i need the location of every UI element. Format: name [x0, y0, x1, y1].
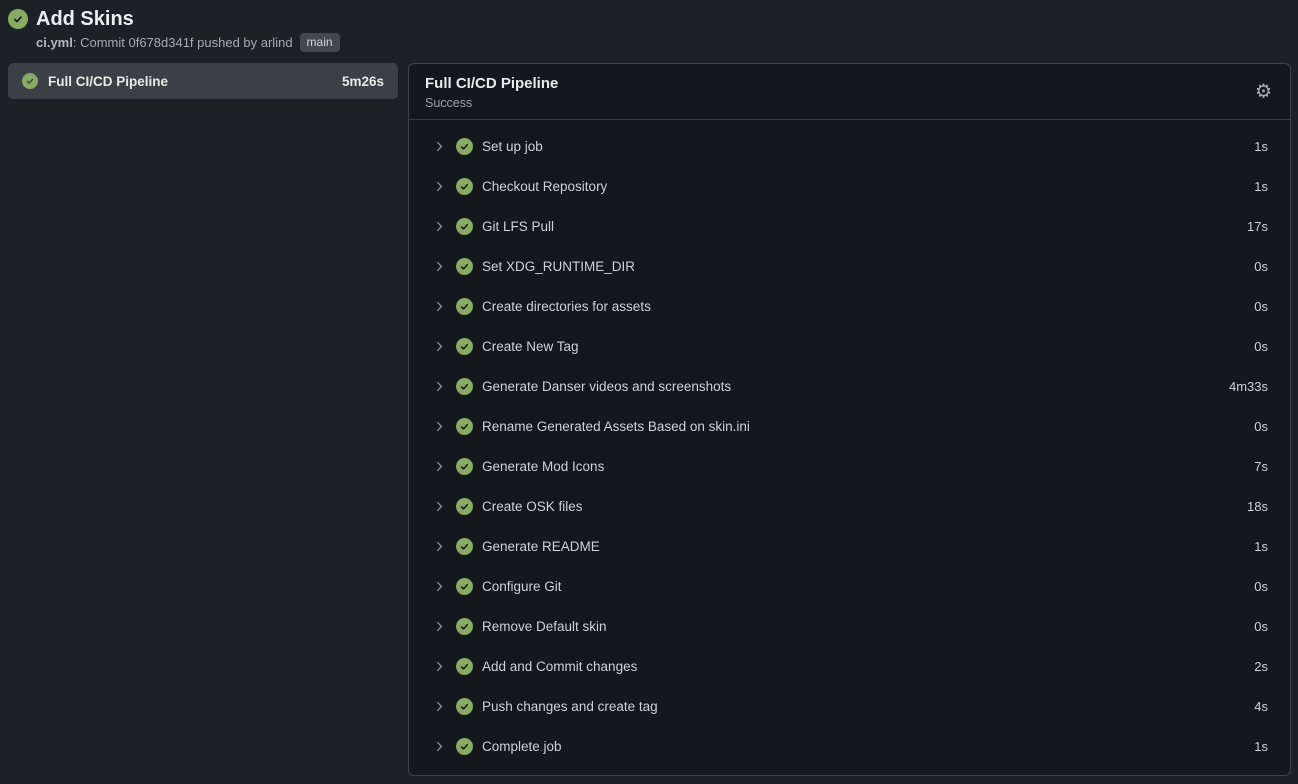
step-success-icon [456, 218, 473, 235]
branch-badge[interactable]: main [300, 33, 340, 52]
step-name: Generate Mod Icons [482, 459, 604, 474]
chevron-right-icon[interactable] [433, 460, 446, 473]
step-duration: 18s [1247, 499, 1268, 514]
step-row[interactable]: Add and Commit changes 2s [409, 646, 1290, 686]
job-name: Full CI/CD Pipeline [48, 74, 168, 89]
chevron-right-icon[interactable] [433, 580, 446, 593]
panel-job-status: Success [425, 96, 1274, 110]
run-header: Add Skins ci.yml: Commit 0f678d341f push… [0, 0, 1298, 52]
step-row[interactable]: Create New Tag 0s [409, 326, 1290, 366]
step-success-icon [456, 418, 473, 435]
chevron-right-icon[interactable] [433, 740, 446, 753]
chevron-right-icon[interactable] [433, 180, 446, 193]
chevron-right-icon[interactable] [433, 380, 446, 393]
step-name: Create OSK files [482, 499, 583, 514]
step-success-icon [456, 738, 473, 755]
step-success-icon [456, 658, 473, 675]
workflow-file-label: ci.yml [36, 35, 73, 50]
step-success-icon [456, 258, 473, 275]
step-success-icon [456, 378, 473, 395]
step-success-icon [456, 618, 473, 635]
steps-list: Set up job 1s Checkout Repository 1s G [409, 120, 1290, 772]
step-row[interactable]: Git LFS Pull 17s [409, 206, 1290, 246]
step-success-icon [456, 538, 473, 555]
step-row[interactable]: Configure Git 0s [409, 566, 1290, 606]
step-duration: 0s [1254, 339, 1268, 354]
step-duration: 1s [1254, 539, 1268, 554]
chevron-right-icon[interactable] [433, 260, 446, 273]
step-duration: 4s [1254, 699, 1268, 714]
job-duration: 5m26s [342, 74, 384, 89]
step-name: Push changes and create tag [482, 699, 658, 714]
step-name: Set up job [482, 139, 543, 154]
step-row[interactable]: Push changes and create tag 4s [409, 686, 1290, 726]
step-duration: 1s [1254, 739, 1268, 754]
step-success-icon [456, 458, 473, 475]
step-duration: 0s [1254, 419, 1268, 434]
step-row[interactable]: Generate README 1s [409, 526, 1290, 566]
step-name: Create New Tag [482, 339, 579, 354]
content-area: Full CI/CD Pipeline 5m26s Full CI/CD Pip… [0, 52, 1298, 776]
step-name: Create directories for assets [482, 299, 651, 314]
step-name: Generate README [482, 539, 600, 554]
step-success-icon [456, 698, 473, 715]
step-duration: 7s [1254, 459, 1268, 474]
chevron-right-icon[interactable] [433, 300, 446, 313]
step-duration: 0s [1254, 619, 1268, 634]
step-name: Checkout Repository [482, 179, 607, 194]
step-duration: 0s [1254, 299, 1268, 314]
step-row[interactable]: Set XDG_RUNTIME_DIR 0s [409, 246, 1290, 286]
step-duration: 0s [1254, 259, 1268, 274]
chevron-right-icon[interactable] [433, 540, 446, 553]
step-row[interactable]: Rename Generated Assets Based on skin.in… [409, 406, 1290, 446]
step-success-icon [456, 138, 473, 155]
step-success-icon [456, 338, 473, 355]
step-duration: 0s [1254, 579, 1268, 594]
job-panel-header: Full CI/CD Pipeline Success ⚙ [409, 64, 1290, 120]
step-success-icon [456, 498, 473, 515]
step-success-icon [456, 578, 473, 595]
commit-message: : Commit 0f678d341f pushed by arlind [73, 35, 293, 50]
step-row[interactable]: Generate Danser videos and screenshots 4… [409, 366, 1290, 406]
job-panel: Full CI/CD Pipeline Success ⚙ Set up job… [408, 63, 1291, 776]
step-duration: 1s [1254, 179, 1268, 194]
chevron-right-icon[interactable] [433, 660, 446, 673]
gear-icon[interactable]: ⚙ [1255, 82, 1272, 101]
step-name: Remove Default skin [482, 619, 607, 634]
chevron-right-icon[interactable] [433, 140, 446, 153]
chevron-right-icon[interactable] [433, 340, 446, 353]
chevron-right-icon[interactable] [433, 500, 446, 513]
jobs-sidebar: Full CI/CD Pipeline 5m26s [8, 63, 398, 99]
step-row[interactable]: Remove Default skin 0s [409, 606, 1290, 646]
step-name: Configure Git [482, 579, 562, 594]
run-success-icon [8, 9, 28, 29]
commit-line: ci.yml: Commit 0f678d341f pushed by arli… [36, 33, 340, 52]
step-row[interactable]: Create OSK files 18s [409, 486, 1290, 526]
step-row[interactable]: Checkout Repository 1s [409, 166, 1290, 206]
step-name: Generate Danser videos and screenshots [482, 379, 731, 394]
sidebar-job-full-pipeline[interactable]: Full CI/CD Pipeline 5m26s [8, 63, 398, 99]
chevron-right-icon[interactable] [433, 420, 446, 433]
step-success-icon [456, 298, 473, 315]
step-row[interactable]: Complete job 1s [409, 726, 1290, 766]
chevron-right-icon[interactable] [433, 620, 446, 633]
step-name: Rename Generated Assets Based on skin.in… [482, 419, 750, 434]
step-row[interactable]: Generate Mod Icons 7s [409, 446, 1290, 486]
step-name: Set XDG_RUNTIME_DIR [482, 259, 635, 274]
step-name: Add and Commit changes [482, 659, 637, 674]
step-duration: 17s [1247, 219, 1268, 234]
step-name: Git LFS Pull [482, 219, 554, 234]
panel-job-title: Full CI/CD Pipeline [425, 75, 1274, 93]
step-duration: 1s [1254, 139, 1268, 154]
step-name: Complete job [482, 739, 562, 754]
run-title: Add Skins [36, 8, 340, 30]
step-row[interactable]: Create directories for assets 0s [409, 286, 1290, 326]
job-success-icon [22, 73, 38, 89]
chevron-right-icon[interactable] [433, 220, 446, 233]
step-row[interactable]: Set up job 1s [409, 126, 1290, 166]
step-success-icon [456, 178, 473, 195]
step-duration: 2s [1254, 659, 1268, 674]
chevron-right-icon[interactable] [433, 700, 446, 713]
step-duration: 4m33s [1229, 379, 1268, 394]
